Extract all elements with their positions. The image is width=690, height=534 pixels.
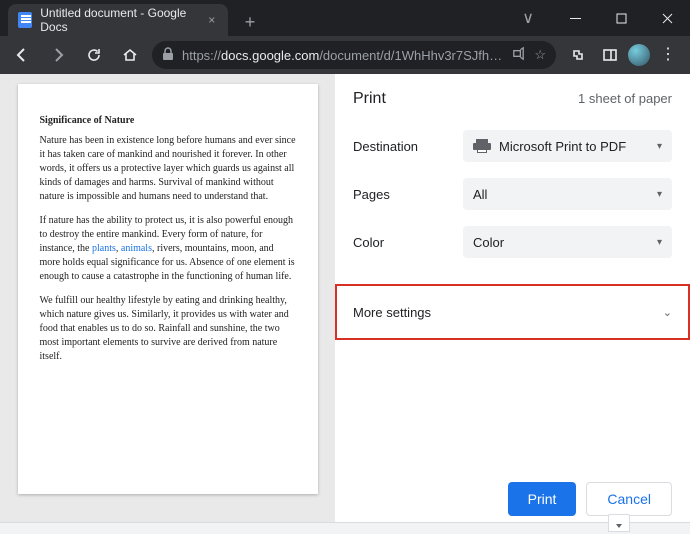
chrome-menu-button[interactable]: ⋮ — [654, 41, 682, 69]
doc-heading: Significance of Nature — [40, 114, 296, 128]
print-preview-pane: Significance of Nature Nature has been i… — [0, 74, 335, 534]
tab-strip: Untitled document - Google Docs × + — [0, 0, 522, 36]
panel-header: Print 1 sheet of paper — [353, 90, 672, 108]
printer-icon — [473, 139, 491, 153]
pages-value: All — [473, 187, 487, 202]
window-titlebar: Untitled document - Google Docs × + ∨ — [0, 0, 690, 36]
toolbar-right: ⋮ — [564, 41, 682, 69]
shelf-pin-icon[interactable] — [608, 514, 630, 532]
cancel-button[interactable]: Cancel — [586, 482, 672, 516]
pages-label: Pages — [353, 187, 463, 202]
color-dropdown[interactable]: Color ▾ — [463, 226, 672, 258]
doc-paragraph-2: If nature has the ability to protect us,… — [40, 214, 296, 284]
home-button[interactable] — [116, 41, 144, 69]
sheet-count: 1 sheet of paper — [578, 91, 672, 106]
tab-title: Untitled document - Google Docs — [40, 6, 197, 34]
doc-paragraph-1: Nature has been in existence long before… — [40, 134, 296, 204]
destination-dropdown[interactable]: Microsoft Print to PDF ▾ — [463, 130, 672, 162]
share-icon[interactable] — [511, 46, 526, 64]
window-controls — [552, 0, 690, 36]
color-label: Color — [353, 235, 463, 250]
row-pages: Pages All ▾ — [353, 178, 672, 210]
chevron-down-icon: ▾ — [657, 141, 662, 152]
lock-icon — [162, 47, 174, 64]
url-text: https://docs.google.com/document/d/1WhHh… — [182, 48, 503, 63]
print-button[interactable]: Print — [508, 482, 577, 516]
pages-dropdown[interactable]: All ▾ — [463, 178, 672, 210]
download-shelf — [0, 522, 690, 534]
row-destination: Destination Microsoft Print to PDF ▾ — [353, 130, 672, 162]
doc-link-plants: plants — [92, 243, 116, 254]
chevron-down-icon: ▾ — [657, 237, 662, 248]
more-settings-toggle[interactable]: More settings ⌄ — [335, 284, 690, 340]
new-tab-button[interactable]: + — [236, 8, 264, 36]
row-color: Color Color ▾ — [353, 226, 672, 258]
docs-favicon-icon — [18, 12, 32, 28]
destination-value: Microsoft Print to PDF — [499, 139, 626, 154]
forward-button[interactable] — [44, 41, 72, 69]
tab-close-icon[interactable]: × — [206, 13, 218, 27]
content-area: Significance of Nature Nature has been i… — [0, 74, 690, 534]
window-maximize-button[interactable] — [598, 0, 644, 36]
destination-label: Destination — [353, 139, 463, 154]
profile-avatar[interactable] — [628, 44, 650, 66]
panel-title: Print — [353, 90, 386, 108]
color-value: Color — [473, 235, 504, 250]
reload-button[interactable] — [80, 41, 108, 69]
browser-tab[interactable]: Untitled document - Google Docs × — [8, 4, 228, 36]
tabs-dropdown-icon[interactable]: ∨ — [522, 8, 534, 28]
more-settings-label: More settings — [353, 305, 431, 320]
address-bar[interactable]: https://docs.google.com/document/d/1WhHh… — [152, 41, 556, 69]
window-close-button[interactable] — [644, 0, 690, 36]
side-panel-button[interactable] — [596, 41, 624, 69]
doc-link-animals: animals — [121, 243, 152, 254]
doc-paragraph-3: We fulfill our healthy lifestyle by eati… — [40, 294, 296, 364]
chevron-down-icon: ▾ — [657, 189, 662, 200]
preview-page: Significance of Nature Nature has been i… — [18, 84, 318, 494]
window-minimize-button[interactable] — [552, 0, 598, 36]
browser-toolbar: https://docs.google.com/document/d/1WhHh… — [0, 36, 690, 74]
back-button[interactable] — [8, 41, 36, 69]
extensions-button[interactable] — [564, 41, 592, 69]
print-settings-panel: Print 1 sheet of paper Destination Micro… — [335, 74, 690, 534]
bookmark-star-icon[interactable]: ☆ — [534, 47, 546, 63]
chevron-down-icon: ⌄ — [663, 306, 672, 319]
